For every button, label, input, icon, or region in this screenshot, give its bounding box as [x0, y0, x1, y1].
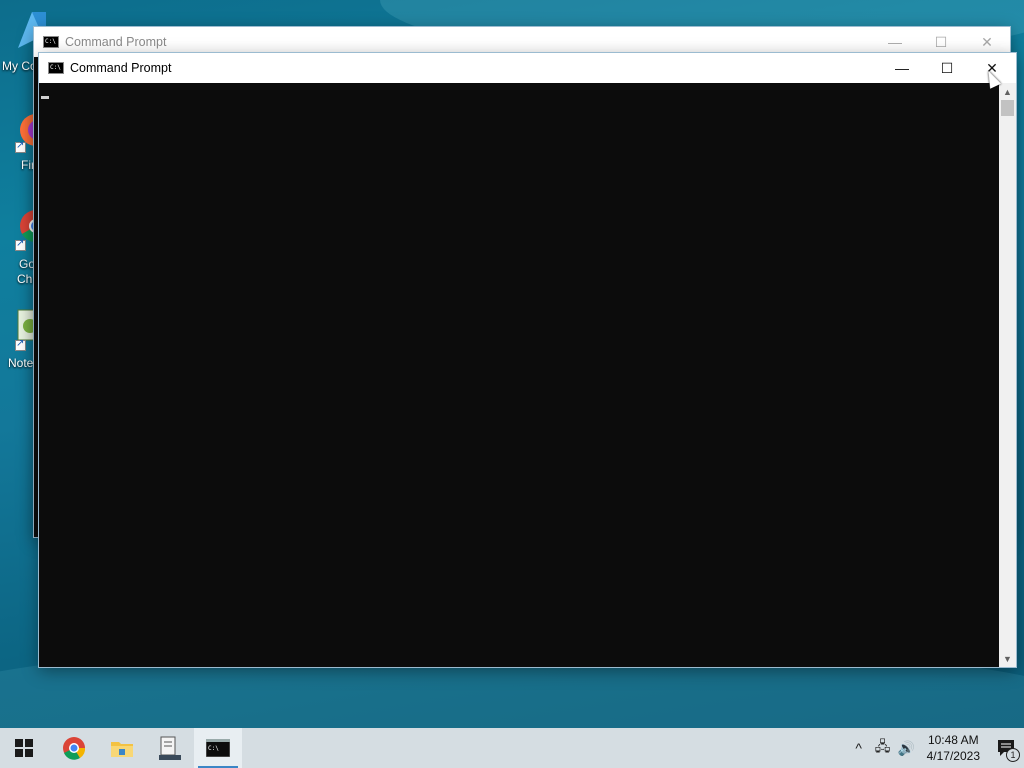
app-icon — [159, 736, 181, 760]
text-cursor — [41, 96, 49, 99]
console-area[interactable] — [39, 83, 999, 667]
minimize-button[interactable]: — — [879, 53, 925, 83]
notification-count-badge: 1 — [1006, 748, 1020, 762]
scroll-up-button[interactable]: ▲ — [999, 83, 1016, 100]
taskbar-app[interactable] — [146, 728, 194, 768]
start-button[interactable] — [0, 728, 48, 768]
cmd-icon: C:\ — [206, 739, 230, 757]
window-title: Command Prompt — [70, 61, 172, 75]
svg-text:C:\: C:\ — [208, 745, 219, 752]
clock-date: 4/17/2023 — [926, 749, 980, 763]
shortcut-arrow-icon — [15, 338, 26, 351]
chrome-icon — [63, 737, 86, 760]
clock-time: 10:48 AM — [927, 733, 979, 747]
vertical-scrollbar[interactable]: ▲ ▼ — [999, 83, 1016, 667]
taskbar-command-prompt[interactable]: C:\ — [194, 728, 242, 768]
taskbar-file-explorer[interactable] — [98, 728, 146, 768]
maximize-button[interactable]: ☐ — [924, 53, 970, 83]
taskbar: C:\ ^ 🖧 🔊 10:48 AM 4/17/2023 1 — [0, 728, 1024, 768]
cmd-icon — [48, 62, 64, 74]
action-center-button[interactable]: 1 — [988, 728, 1024, 768]
scroll-down-button[interactable]: ▼ — [999, 650, 1016, 667]
shortcut-arrow-icon — [15, 238, 26, 251]
command-prompt-window[interactable]: Command Prompt — ☐ ✕ ▲ ▼ — [39, 53, 1016, 667]
system-tray: ^ 🖧 🔊 10:48 AM 4/17/2023 1 — [847, 728, 1024, 768]
title-bar[interactable]: Command Prompt — ☐ ✕ — [39, 53, 1016, 83]
cmd-icon — [43, 36, 59, 48]
shortcut-arrow-icon — [15, 140, 26, 153]
network-icon[interactable]: 🖧 — [871, 728, 895, 768]
scroll-thumb[interactable] — [1001, 100, 1014, 116]
window-title: Command Prompt — [65, 35, 167, 49]
volume-icon[interactable]: 🔊 — [895, 728, 919, 768]
folder-icon — [111, 742, 133, 757]
show-hidden-icons-chevron-icon[interactable]: ^ — [847, 728, 871, 768]
windows-logo-icon — [15, 739, 33, 757]
clock[interactable]: 10:48 AM 4/17/2023 — [927, 732, 980, 764]
taskbar-chrome[interactable] — [50, 728, 98, 768]
